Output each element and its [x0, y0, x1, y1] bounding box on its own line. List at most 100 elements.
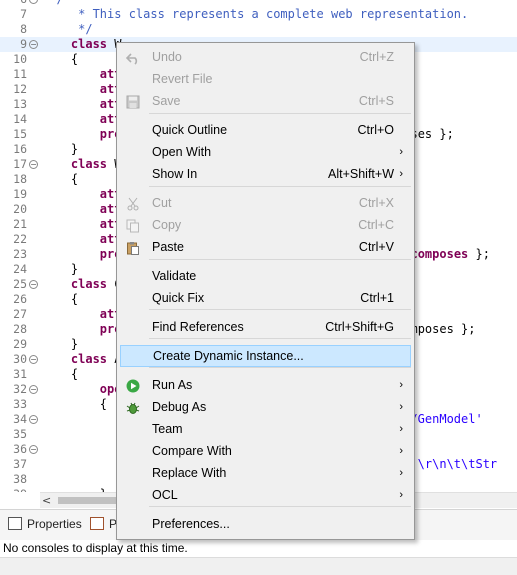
- menu-item-label: Paste: [152, 240, 184, 254]
- line-number: 9: [20, 37, 27, 51]
- menu-item-validate[interactable]: Validate: [120, 265, 411, 287]
- menu-item-compare-with[interactable]: Compare With ›: [120, 440, 411, 462]
- line-number: 19: [13, 187, 27, 201]
- code-token: ses };: [410, 127, 454, 141]
- line-number: 37: [13, 457, 27, 471]
- code-text: att: [42, 217, 122, 232]
- code-text: ope: [42, 382, 122, 397]
- menu-item-label: Run As: [152, 378, 193, 392]
- code-token: att: [42, 202, 122, 216]
- menu-item-paste[interactable]: Paste Ctrl+V: [120, 236, 411, 258]
- fold-toggle-icon[interactable]: −: [29, 160, 38, 169]
- fold-toggle-icon[interactable]: −: [29, 415, 38, 424]
- fold-toggle-icon[interactable]: −: [29, 0, 38, 4]
- code-line[interactable]: 8 */: [0, 22, 517, 37]
- menu-item-shortcut: Ctrl+V: [358, 240, 394, 254]
- code-text: class A: [42, 352, 122, 367]
- scroll-left-arrow-icon[interactable]: <: [42, 493, 51, 508]
- line-number: 24: [13, 262, 27, 276]
- submenu-arrow-icon: ›: [399, 401, 403, 413]
- menu-item-open-with[interactable]: Open With ›: [120, 141, 411, 163]
- code-text: {: [42, 397, 107, 412]
- fold-toggle-icon[interactable]: −: [29, 385, 38, 394]
- menu-item-run-as[interactable]: Run As ›: [120, 374, 411, 396]
- run-icon: [126, 378, 140, 393]
- code-token: att: [42, 232, 122, 246]
- code-token: att: [42, 82, 122, 96]
- code-token: att: [42, 307, 122, 321]
- menu-item-revert-file[interactable]: Revert File: [120, 68, 411, 90]
- code-token: };: [468, 247, 490, 261]
- menu-item-team[interactable]: Team ›: [120, 418, 411, 440]
- code-token: {: [42, 52, 79, 66]
- code-text: }: [42, 142, 78, 157]
- code-text: att: [42, 97, 122, 112]
- menu-item-label: Compare With: [152, 444, 232, 458]
- menu-item-create-dynamic-instance[interactable]: Create Dynamic Instance...: [120, 345, 411, 367]
- menu-item-label: OCL: [152, 488, 178, 502]
- code-token: class: [70, 352, 108, 366]
- menu-item-show-in[interactable]: Show In Alt+Shift+W ›: [120, 163, 411, 185]
- line-number: 11: [13, 67, 27, 81]
- menu-item-quick-fix[interactable]: Quick Fix Ctrl+1: [120, 287, 411, 309]
- line-number: 6: [0, 0, 27, 7]
- menu-item-undo[interactable]: Undo Ctrl+Z: [120, 46, 411, 68]
- fold-toggle-icon[interactable]: −: [29, 355, 38, 364]
- line-number: 35: [13, 427, 27, 441]
- menu-separator: [149, 113, 411, 114]
- undo-icon: [125, 50, 140, 65]
- debug-icon: [126, 400, 140, 414]
- line-number: 31: [13, 367, 27, 381]
- menu-item-label: Create Dynamic Instance...: [153, 349, 304, 363]
- menu-item-preferences[interactable]: Preferences...: [120, 513, 411, 535]
- code-token: att: [42, 67, 122, 81]
- menu-item-shortcut: Ctrl+S: [358, 94, 394, 108]
- menu-item-shortcut: Ctrl+1: [360, 291, 394, 305]
- menu-item-shortcut: Ctrl+X: [358, 196, 394, 210]
- menu-item-cut[interactable]: Cut Ctrl+X: [120, 192, 411, 214]
- code-token: {: [42, 367, 79, 381]
- save-icon: [126, 94, 140, 109]
- submenu-arrow-icon: ›: [399, 423, 403, 435]
- menu-item-label: Quick Fix: [152, 291, 205, 305]
- menu-item-replace-with[interactable]: Replace With ›: [120, 462, 411, 484]
- code-token: {: [42, 292, 79, 306]
- menu-item-find-references[interactable]: Find References Ctrl+Shift+G: [120, 316, 411, 338]
- line-number: 22: [13, 232, 27, 246]
- menu-item-debug-as[interactable]: Debug As ›: [120, 396, 411, 418]
- menu-item-copy[interactable]: Copy Ctrl+C: [120, 214, 411, 236]
- fold-toggle-icon[interactable]: −: [29, 280, 38, 289]
- line-number: 15: [13, 127, 27, 141]
- submenu-arrow-icon: ›: [399, 489, 403, 501]
- code-line[interactable]: 6− /: [0, 0, 517, 7]
- line-number: 13: [13, 97, 27, 111]
- line-number: 33: [13, 397, 27, 411]
- menu-item-quick-outline[interactable]: Quick Outline Ctrl+O: [120, 119, 411, 141]
- line-number: 16: [13, 142, 27, 156]
- code-token: mposes };: [410, 322, 476, 336]
- line-number: 25: [13, 277, 27, 291]
- code-token: pro: [42, 127, 122, 141]
- code-line[interactable]: 7 * This class represents a complete web…: [0, 7, 517, 22]
- tab-properties[interactable]: Properties: [8, 517, 82, 531]
- tab-second-icon: [90, 517, 104, 530]
- menu-item-label: Copy: [152, 218, 182, 232]
- code-token: * This class represents a complete web r…: [42, 7, 469, 21]
- line-number: 30: [13, 352, 27, 366]
- menu-item-ocl[interactable]: OCL ›: [120, 484, 411, 506]
- fold-toggle-icon[interactable]: −: [29, 40, 38, 49]
- menu-item-shortcut: Ctrl+Z: [359, 50, 394, 64]
- line-number: 17: [13, 157, 27, 171]
- code-token: */: [42, 22, 93, 36]
- code-token: att: [42, 187, 122, 201]
- code-token: {: [42, 172, 79, 186]
- code-text: class W: [42, 37, 122, 52]
- menu-item-label: Revert File: [152, 72, 213, 86]
- menu-separator: [149, 259, 411, 260]
- tab-second[interactable]: P: [90, 517, 117, 531]
- fold-toggle-icon[interactable]: −: [29, 445, 38, 454]
- menu-item-save[interactable]: Save Ctrl+S: [120, 90, 411, 112]
- menu-item-shortcut: Ctrl+C: [358, 218, 394, 232]
